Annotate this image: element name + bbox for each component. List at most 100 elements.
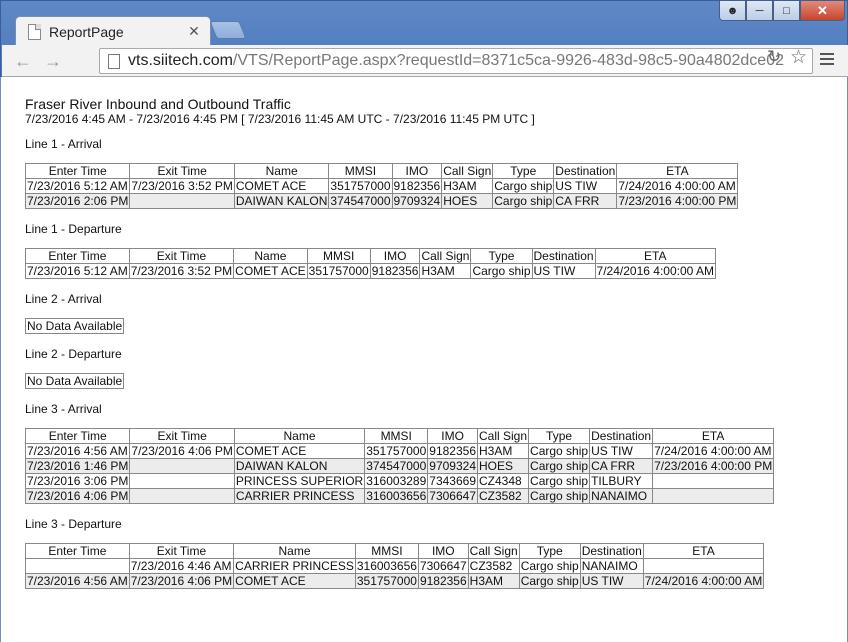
table-cell: 316003289 (364, 473, 429, 489)
section-label: Line 3 - Arrival (25, 402, 102, 416)
table-cell: Cargo ship (518, 558, 581, 574)
section-label: Line 1 - Departure (25, 222, 122, 236)
table-header-row: Enter Time Exit Time Name MMSI IMO Call Sign T… (24, 428, 775, 444)
table-cell: 7/23/2016 3:06 PM (24, 473, 131, 489)
table-cell: 316003656 (364, 488, 429, 504)
star-icon[interactable]: ☆ (790, 46, 807, 69)
close-tab-icon[interactable]: ✕ (188, 23, 200, 40)
table-cell: 7/23/2016 5:12 AM (25, 263, 130, 279)
column-header: Destination (579, 543, 644, 559)
table-cell (129, 458, 235, 474)
table-cell: US TIW (579, 573, 644, 589)
report-page: Fraser River Inbound and Outbound Traffi… (0, 77, 848, 642)
table-cell: Cargo ship (528, 473, 591, 489)
column-header: MMSI (306, 248, 371, 264)
minimize-button[interactable]: ─ (746, 1, 773, 21)
table-cell: H3AM (476, 443, 530, 459)
table-cell: 7/23/2016 3:52 PM (128, 263, 235, 279)
table-cell: 7/23/2016 5:12 AM (24, 178, 131, 194)
table-cell: CA FRR (589, 458, 654, 474)
back-arrow-icon[interactable]: ← (11, 49, 35, 73)
table-cell: 7/24/2016 4:00:00 AM (594, 263, 716, 279)
column-header: ETA (642, 543, 765, 559)
reload-icon[interactable]: ↻ (767, 47, 781, 67)
no-data-message: No Data Available (25, 373, 125, 389)
report-date-range: 7/23/2016 4:45 AM - 7/23/2016 4:45 PM [ … (25, 112, 535, 126)
column-header: MMSI (364, 428, 429, 444)
table-cell: Cargo ship (470, 263, 533, 279)
column-header: Type (492, 163, 555, 179)
maximize-button[interactable]: □ (773, 1, 800, 21)
column-header: MMSI (354, 543, 419, 559)
column-header: Destination (589, 428, 654, 444)
table-cell (642, 558, 765, 574)
tab-title: ReportPage (49, 23, 124, 40)
forward-arrow-icon[interactable]: → (41, 49, 65, 73)
column-header: Call Sign (441, 163, 494, 179)
table-cell: NANAIMO (589, 488, 654, 504)
close-window-button[interactable]: ✕ (800, 1, 845, 21)
table-cell: US TIW (589, 443, 654, 459)
table-cell: US TIW (553, 178, 618, 194)
column-header: Name (233, 543, 356, 559)
column-header: ETA (616, 163, 739, 179)
table-row: 7/23/2016 4:56 AM 7/23/2016 4:06 PM COMET … (24, 443, 775, 459)
column-header: Exit Time (128, 543, 235, 559)
user-icon[interactable]: ☻ (719, 1, 746, 21)
column-header: Enter Time (24, 428, 131, 444)
table-cell: HOES (441, 193, 494, 209)
column-header: IMO (369, 248, 421, 264)
browser-tab[interactable]: ReportPage ✕ (15, 16, 211, 46)
table-cell: 7/23/2016 3:52 PM (129, 178, 235, 194)
column-header: Type (528, 428, 591, 444)
table-cell: 7343669 (427, 473, 478, 489)
table-cell: 9182356 (391, 178, 443, 194)
url-text: vts.siitech.com/VTS/ReportPage.aspx?requ… (128, 52, 784, 69)
column-header: Exit Time (129, 163, 235, 179)
table-cell: 351757000 (328, 178, 393, 194)
traffic-table: Enter Time Exit Time Name MMSI IMO Call Sign T… (24, 163, 739, 209)
table-cell: 7/24/2016 4:00:00 AM (616, 178, 739, 194)
table-cell: 316003656 (354, 558, 419, 574)
table-cell: 7/24/2016 4:00:00 AM (642, 573, 765, 589)
browser-window: ReportPage ✕ ☻ ─ □ ✕ ← → vts.siitech.com… (0, 0, 848, 77)
traffic-table: Enter Time Exit Time Name MMSI IMO Call Sign T… (25, 248, 716, 279)
no-data-message: No Data Available (25, 318, 125, 334)
browser-toolbar: ← → vts.siitech.com/VTS/ReportPage.aspx?… (2, 45, 848, 77)
column-header: Name (233, 428, 366, 444)
table-cell: Cargo ship (492, 178, 555, 194)
table-row: 7/23/2016 5:12 AM 7/23/2016 3:52 PM COMET … (24, 178, 739, 194)
table-cell: 7306647 (427, 488, 478, 504)
column-header: IMO (417, 543, 469, 559)
report-title: Fraser River Inbound and Outbound Traffi… (25, 96, 291, 112)
table-cell: 9709324 (391, 193, 443, 209)
new-tab-button[interactable] (209, 21, 247, 39)
column-header: Type (518, 543, 581, 559)
table-cell: 7/23/2016 4:00:00 PM (616, 193, 739, 209)
traffic-table: Enter Time Exit Time Name MMSI IMO Call Sign T… (25, 543, 765, 589)
table-cell: COMET ACE (233, 443, 366, 459)
column-header: Call Sign (476, 428, 530, 444)
table-cell: 7306647 (417, 558, 469, 574)
table-cell: 7/23/2016 4:56 AM (25, 573, 130, 589)
menu-icon[interactable] (820, 53, 834, 67)
table-cell: 9182356 (427, 443, 478, 459)
table-cell: TILBURY (589, 473, 654, 489)
column-header: Destination (531, 248, 596, 264)
column-header: Destination (553, 163, 618, 179)
table-cell: US TIW (531, 263, 596, 279)
column-header: Type (470, 248, 533, 264)
table-cell: CA FRR (553, 193, 618, 209)
address-bar[interactable]: vts.siitech.com/VTS/ReportPage.aspx?requ… (99, 48, 813, 74)
table-cell: H3AM (441, 178, 494, 194)
table-cell: 7/23/2016 4:46 AM (128, 558, 235, 574)
table-row: 7/23/2016 2:06 PM DAIWAN KALON 374547000 97… (24, 193, 739, 209)
table-cell: HOES (476, 458, 530, 474)
table-row: 7/23/2016 4:56 AM 7/23/2016 4:06 PM COMET … (25, 573, 765, 589)
column-header: ETA (594, 248, 716, 264)
table-cell: Cargo ship (492, 193, 555, 209)
table-cell (652, 473, 775, 489)
table-cell: 7/23/2016 4:06 PM (129, 443, 235, 459)
table-row: 7/23/2016 5:12 AM 7/23/2016 3:52 PM COMET … (25, 263, 716, 279)
column-header: Name (233, 248, 308, 264)
